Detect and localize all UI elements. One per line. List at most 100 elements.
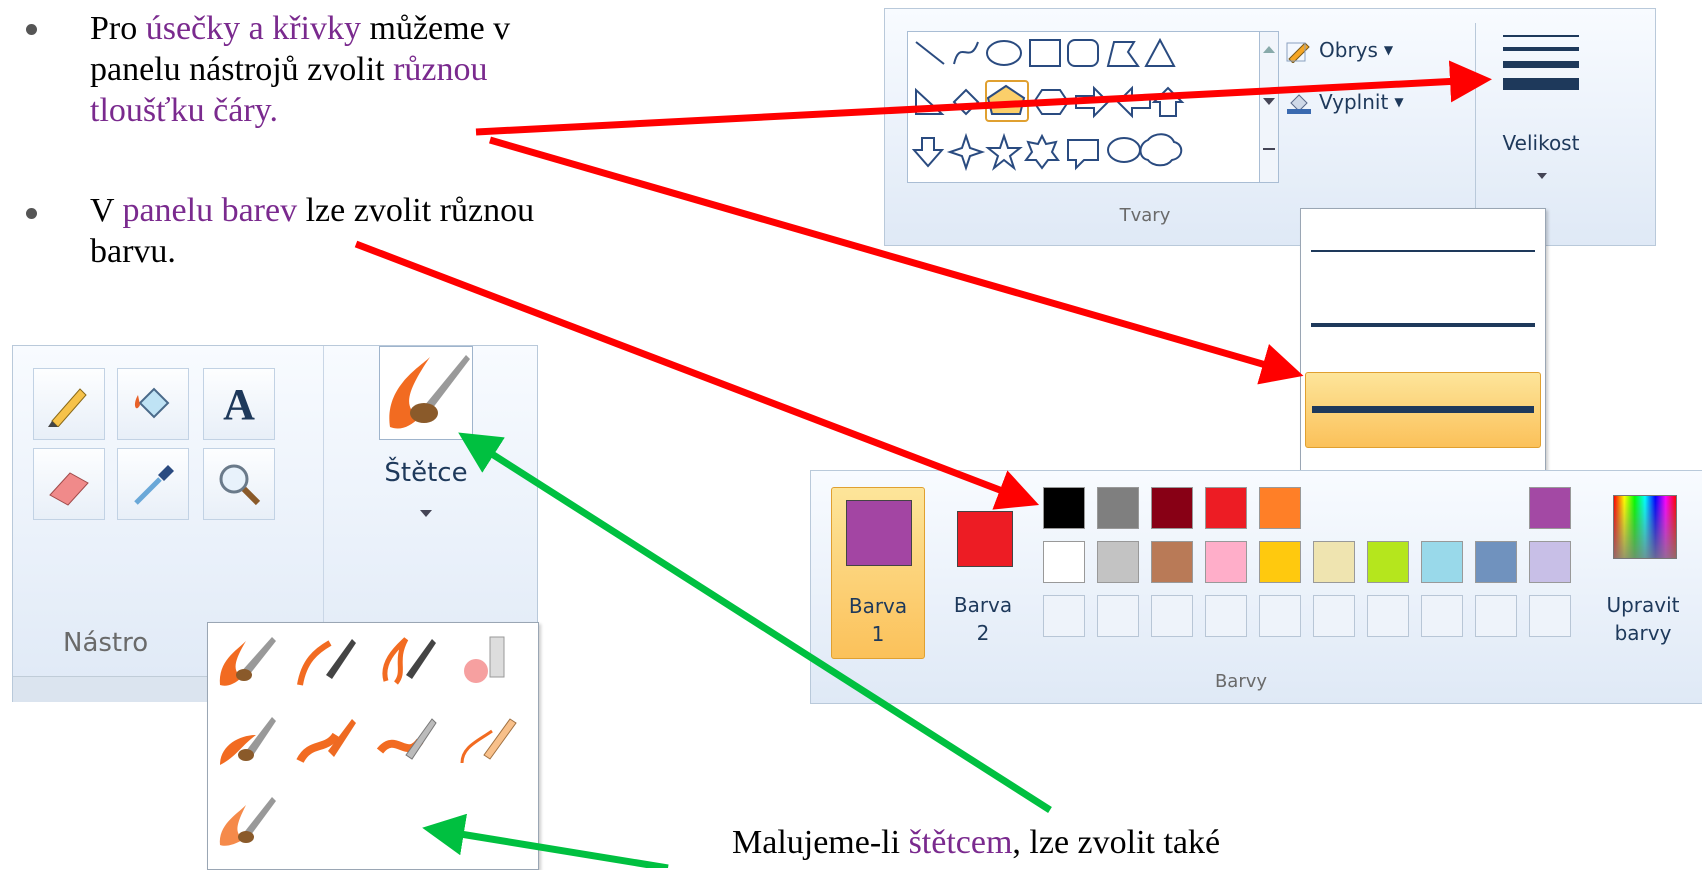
- magnifier-button[interactable]: [203, 448, 275, 520]
- color2-label: Barva: [953, 593, 1013, 617]
- color1-label-num: 1: [871, 622, 885, 646]
- eraser-button[interactable]: [33, 448, 105, 520]
- color-swatch[interactable]: [1259, 487, 1301, 529]
- color-swatch[interactable]: [1259, 541, 1301, 583]
- chevron-down-icon[interactable]: [1263, 98, 1275, 105]
- size-option-1[interactable]: [1305, 213, 1541, 283]
- highlight-text: úsečky a křivky: [145, 10, 362, 47]
- crayon-option[interactable]: [296, 711, 358, 773]
- brush-icon: [219, 637, 276, 686]
- brush-icon: [376, 718, 437, 760]
- color-swatch[interactable]: [1043, 487, 1085, 529]
- shapes-gallery[interactable]: [907, 31, 1279, 183]
- brush-icon: [219, 797, 276, 846]
- watercolor-option[interactable]: [216, 789, 278, 851]
- eraser-icon: [49, 472, 89, 506]
- calligraphy-brush-2-option[interactable]: [376, 631, 438, 693]
- highlight-text: panelu barev: [122, 192, 298, 229]
- color2-button[interactable]: Barva 2: [937, 487, 1029, 657]
- brushes-label: Štětce: [384, 458, 468, 488]
- custom-color-slot[interactable]: [1205, 595, 1247, 637]
- fill-label: Vyplnit: [1319, 90, 1389, 114]
- color-swatch[interactable]: [1475, 541, 1517, 583]
- group-label-shapes: Tvary: [1119, 205, 1171, 226]
- custom-color-slot[interactable]: [1421, 595, 1463, 637]
- group-label-colors: Barvy: [1214, 671, 1268, 692]
- size-option-2[interactable]: [1305, 289, 1541, 359]
- brush-icon: [220, 717, 276, 765]
- outline-button[interactable]: Obrys ▼: [1285, 35, 1393, 65]
- color-swatch[interactable]: [1529, 487, 1571, 529]
- color-swatch[interactable]: [1097, 541, 1139, 583]
- pencil-button[interactable]: [33, 368, 105, 440]
- custom-color-slot[interactable]: [1529, 595, 1571, 637]
- text-button[interactable]: A: [203, 368, 275, 440]
- shapes-icons[interactable]: [908, 32, 1240, 182]
- custom-color-slot[interactable]: [1313, 595, 1355, 637]
- color-swatch[interactable]: [1151, 487, 1193, 529]
- expand-icon[interactable]: [1263, 148, 1275, 162]
- brush-large: [379, 346, 473, 440]
- color-swatch[interactable]: [1151, 541, 1193, 583]
- highlight-text: různou: [393, 51, 488, 88]
- brush-icon: [382, 637, 436, 685]
- color1-button[interactable]: Barva 1: [831, 487, 925, 659]
- color-swatch[interactable]: [1529, 541, 1571, 583]
- fill-bucket-button[interactable]: [117, 368, 189, 440]
- custom-color-slot[interactable]: [1259, 595, 1301, 637]
- pencil-brush-option[interactable]: [456, 711, 518, 773]
- edit-colors-label: Upravit: [1606, 593, 1680, 617]
- chevron-up-icon[interactable]: [1263, 46, 1275, 53]
- edit-colors-button[interactable]: Upravit barvy: [1593, 487, 1693, 663]
- brushes-dropdown[interactable]: [207, 622, 539, 870]
- text: Pro: [90, 10, 146, 47]
- edit-colors-label-2: barvy: [1614, 621, 1672, 645]
- text: můžeme v: [361, 10, 511, 47]
- fill-bucket-icon: [134, 387, 170, 419]
- airbrush-option[interactable]: [456, 631, 518, 693]
- brushes-button[interactable]: Štětce: [331, 346, 521, 586]
- brush-icon: [464, 636, 505, 683]
- magnifier-icon: [219, 464, 261, 506]
- color-swatch[interactable]: [1097, 487, 1139, 529]
- marker-option[interactable]: [376, 711, 438, 773]
- color-swatch[interactable]: [1205, 487, 1247, 529]
- bullet-2: V panelu barev lze zvolit různou barvu.: [90, 190, 750, 272]
- custom-color-slot[interactable]: [1367, 595, 1409, 637]
- custom-color-slot[interactable]: [1097, 595, 1139, 637]
- color2-swatch: [957, 511, 1013, 567]
- color-swatch[interactable]: [1313, 541, 1355, 583]
- size-option-3-selected[interactable]: [1305, 372, 1541, 448]
- chevron-down-icon: [420, 510, 432, 517]
- brush-icon: [296, 719, 356, 764]
- color2-label-num: 2: [976, 621, 990, 645]
- fill-icon: [1287, 94, 1311, 114]
- calligraphy-brush-option[interactable]: [296, 631, 358, 693]
- custom-color-slot[interactable]: [1043, 595, 1085, 637]
- brush-option[interactable]: [216, 631, 278, 693]
- color-swatch[interactable]: [1421, 541, 1463, 583]
- color-swatch[interactable]: [1367, 541, 1409, 583]
- color-spectrum-icon: [1613, 495, 1677, 559]
- color-swatch[interactable]: [1043, 541, 1085, 583]
- custom-color-slot[interactable]: [1475, 595, 1517, 637]
- text: Malujeme-li: [732, 824, 909, 861]
- size-button[interactable]: Velikost: [1481, 23, 1627, 193]
- caption: Malujeme-li štětcem, lze zvolit také: [732, 822, 1692, 863]
- color-picker-button[interactable]: [117, 448, 189, 520]
- highlight-text: tloušťku čáry: [90, 92, 270, 129]
- size-label: Velikost: [1502, 131, 1580, 155]
- chevron-down-icon: ▼: [1394, 95, 1404, 109]
- outline-label: Obrys: [1319, 38, 1378, 62]
- text: panelu nástrojů zvolit: [90, 51, 394, 88]
- oil-brush-option[interactable]: [216, 711, 278, 773]
- gallery-scroll[interactable]: [1259, 32, 1278, 182]
- size-lines-icon: [1503, 35, 1579, 90]
- highlight-text: štětcem: [908, 824, 1013, 861]
- bullet-dot: [26, 24, 37, 35]
- custom-color-slot[interactable]: [1151, 595, 1193, 637]
- fill-button[interactable]: Vyplnit ▼: [1285, 87, 1404, 117]
- text: lze zvolit různou: [297, 192, 535, 229]
- text: .: [269, 92, 278, 129]
- color-swatch[interactable]: [1205, 541, 1247, 583]
